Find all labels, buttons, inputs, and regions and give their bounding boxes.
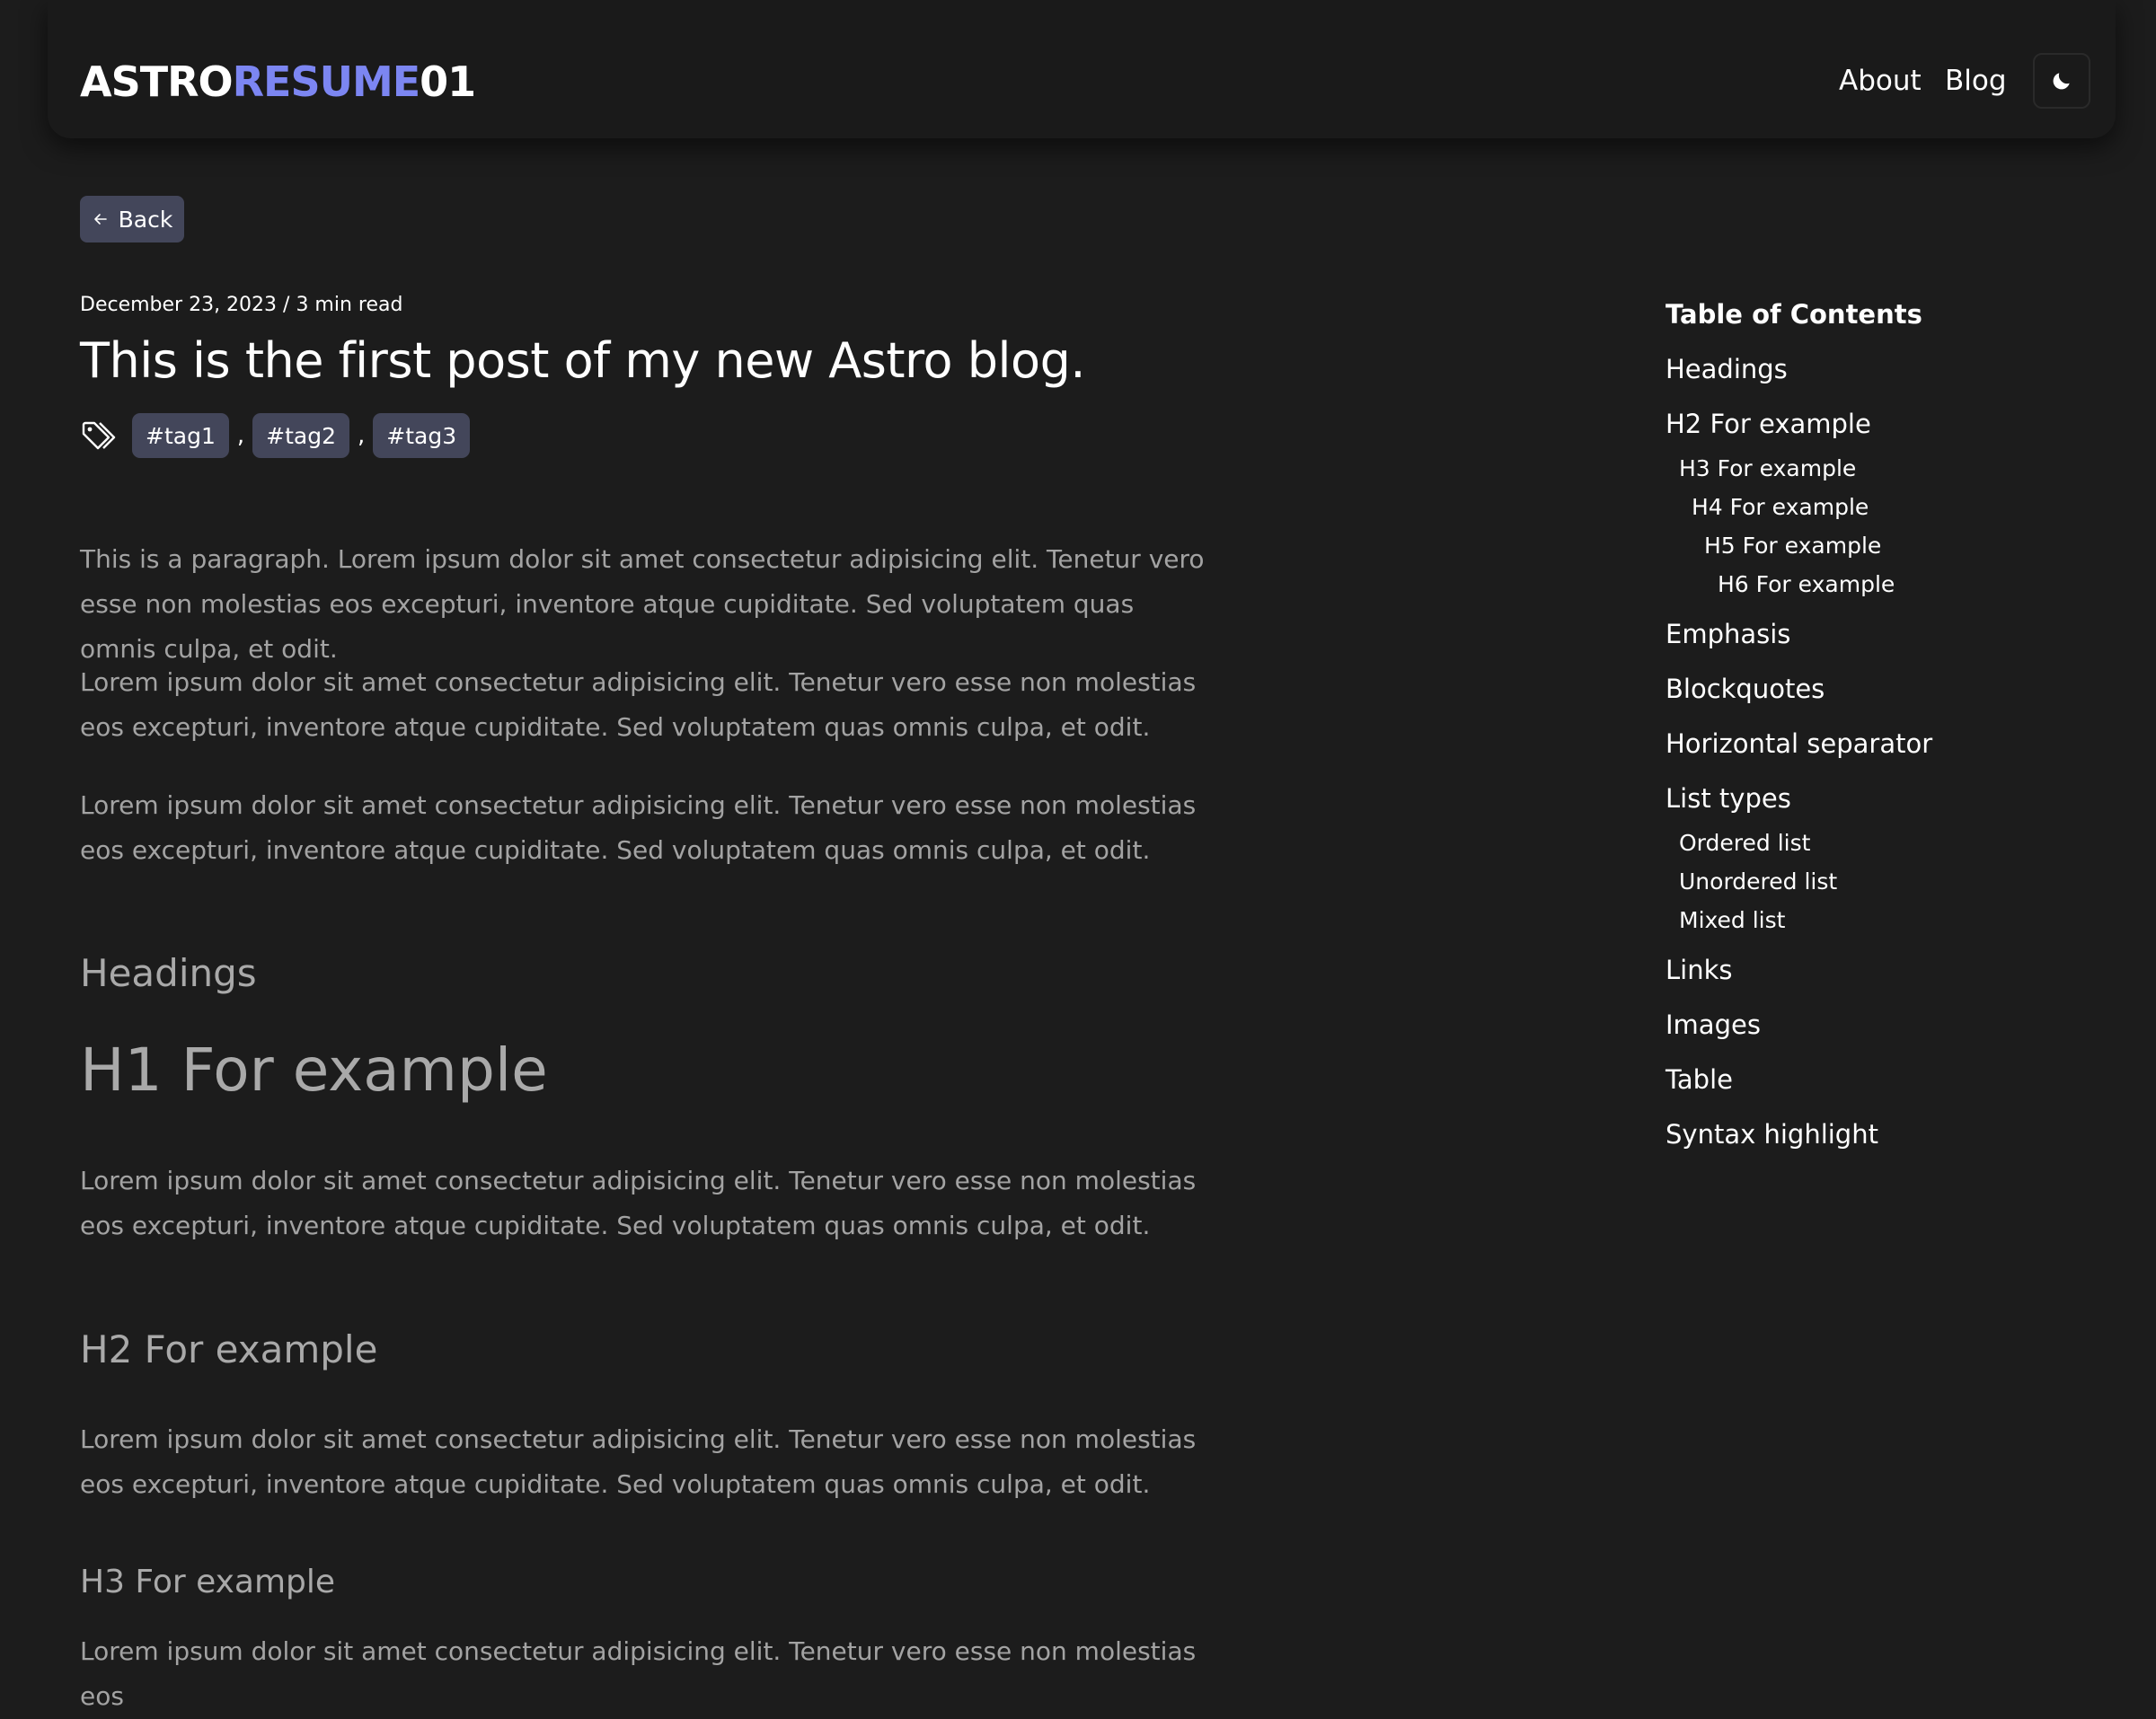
h3-example-heading: H3 For example — [80, 1564, 336, 1600]
tag-separator: , — [236, 422, 245, 449]
toc-link-h5[interactable]: H5 For example — [1704, 533, 1881, 559]
logo-text-astro: ASTRO — [80, 57, 234, 106]
body-paragraph: Lorem ipsum dolor sit amet consectetur a… — [80, 790, 1197, 865]
back-button[interactable]: Back — [80, 196, 184, 242]
toc-link-headings[interactable]: Headings — [1666, 354, 1788, 384]
toc-link-h4[interactable]: H4 For example — [1692, 494, 1869, 520]
toc-link-h6[interactable]: H6 For example — [1718, 571, 1895, 597]
tag-separator: , — [357, 422, 366, 449]
toc-link-unordered-list[interactable]: Unordered list — [1679, 868, 1837, 895]
toc-link-emphasis[interactable]: Emphasis — [1666, 619, 1790, 649]
toc-link-h3[interactable]: H3 For example — [1679, 455, 1856, 481]
body-paragraph: Lorem ipsum dolor sit amet consectetur a… — [80, 667, 1197, 742]
tags-icon — [82, 421, 116, 450]
toc-link-blockquotes[interactable]: Blockquotes — [1666, 674, 1825, 704]
post-title: This is the first post of my new Astro b… — [80, 332, 1086, 389]
tag-link-2[interactable]: #tag2 — [252, 413, 349, 458]
toc-link-table[interactable]: Table — [1666, 1064, 1733, 1095]
site-header: ASTRORESUME01 About Blog — [48, 0, 2116, 138]
toc-title: Table of Contents — [1666, 299, 1922, 330]
theme-toggle-button[interactable] — [2033, 53, 2090, 109]
tag-list: #tag1 , #tag2 , #tag3 — [80, 412, 471, 459]
body-paragraph: Lorem ipsum dolor sit amet consectetur a… — [80, 1166, 1197, 1240]
logo-text-resume: RESUME — [232, 57, 421, 106]
logo-text-number: 01 — [420, 57, 476, 106]
body-paragraph: Lorem ipsum dolor sit amet consectetur a… — [80, 1636, 1197, 1711]
toc-link-mixed-list[interactable]: Mixed list — [1679, 907, 1785, 933]
site-logo[interactable]: ASTRORESUME01 — [80, 55, 476, 109]
moon-icon — [2053, 73, 2070, 90]
back-button-label: Back — [118, 206, 173, 233]
toc-link-list-types[interactable]: List types — [1666, 783, 1791, 814]
toc-link-h2[interactable]: H2 For example — [1666, 409, 1871, 439]
toc-link-horizontal-separator[interactable]: Horizontal separator — [1666, 728, 1932, 759]
toc-link-images[interactable]: Images — [1666, 1009, 1761, 1040]
h2-example-heading: H2 For example — [80, 1327, 378, 1371]
nav-link-about[interactable]: About — [1839, 61, 1922, 101]
body-paragraph: Lorem ipsum dolor sit amet consectetur a… — [80, 1424, 1197, 1499]
nav-link-blog[interactable]: Blog — [1945, 61, 2007, 101]
post-meta: December 23, 2023 / 3 min read — [80, 294, 403, 316]
toc-link-ordered-list[interactable]: Ordered list — [1679, 830, 1810, 856]
tag-link-1[interactable]: #tag1 — [132, 413, 229, 458]
headings-section-title: Headings — [80, 951, 257, 995]
toc-link-syntax-highlight[interactable]: Syntax highlight — [1666, 1119, 1878, 1150]
h1-example-heading: H1 For example — [80, 1036, 548, 1105]
intro-paragraph: This is a paragraph. Lorem ipsum dolor s… — [80, 544, 1205, 664]
toc-link-links[interactable]: Links — [1666, 955, 1733, 985]
tag-link-3[interactable]: #tag3 — [373, 413, 471, 458]
arrow-left-icon — [93, 214, 107, 225]
